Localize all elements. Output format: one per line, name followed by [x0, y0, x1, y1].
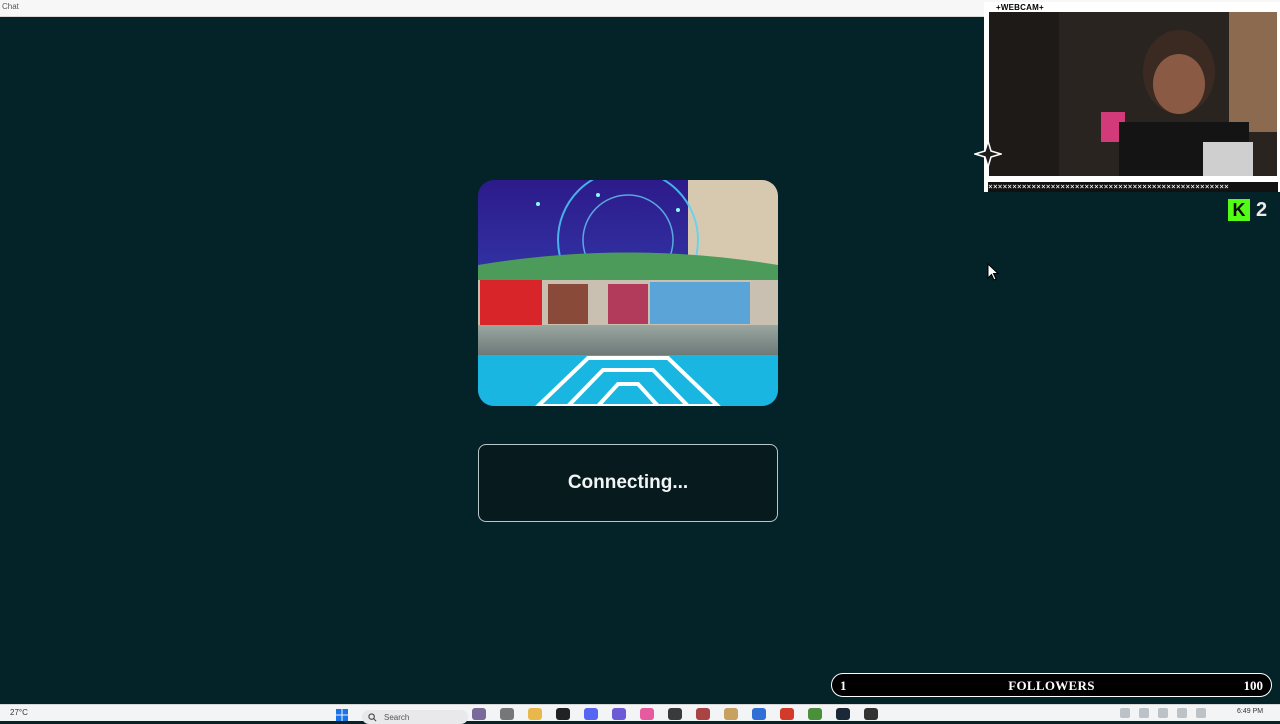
connecting-label: Connecting...: [567, 472, 689, 493]
app-roblox-studio-icon[interactable]: [696, 708, 710, 720]
taskbar-clock[interactable]: 6:49 PM: [1237, 708, 1263, 715]
tray-volume-icon[interactable]: [1196, 708, 1206, 718]
followers-goal-label: FOLLOWERS: [1008, 678, 1095, 693]
search-placeholder: Search: [384, 713, 410, 722]
tray-wifi-icon[interactable]: [1177, 708, 1187, 718]
app-obs-icon[interactable]: [668, 708, 682, 720]
webcam-overlay: +WEBCAM+ ×××××××××××××××××××××××××××××××…: [984, 2, 1280, 192]
app-game-icon[interactable]: [472, 708, 486, 720]
weather-widget[interactable]: 27°C: [10, 708, 28, 717]
kick-viewer-count: 2: [1256, 198, 1268, 221]
app-capcut-icon[interactable]: [556, 708, 570, 720]
followers-goal-bar: 1 FOLLOWERS 100: [831, 673, 1272, 697]
app-discord-icon[interactable]: [584, 708, 598, 720]
app-blue-icon[interactable]: [752, 708, 766, 720]
world-thumbnail: [478, 180, 778, 406]
taskbar-search-input[interactable]: Search: [362, 710, 468, 724]
app-dd-icon[interactable]: [612, 708, 626, 720]
app-red-icon[interactable]: [780, 708, 794, 720]
app-vrchat-icon[interactable]: [864, 708, 878, 720]
mouse-cursor-icon: [987, 263, 999, 281]
followers-goal-end: 100: [1243, 678, 1264, 693]
search-icon: [368, 713, 377, 722]
app-chrome-icon[interactable]: [808, 708, 822, 720]
tray-network-icon[interactable]: [1139, 708, 1149, 718]
system-tray: [1120, 708, 1206, 718]
tray-chevron-icon[interactable]: [1120, 708, 1130, 718]
app-pink-icon[interactable]: [640, 708, 654, 720]
webcam-strip: ××××××××××××××××××××××××××××××××××××××××…: [988, 182, 1278, 192]
webcam-label: +WEBCAM+: [996, 3, 1044, 12]
webcam-feed: [989, 12, 1277, 176]
window-title: Chat: [2, 2, 19, 11]
app-steam-icon[interactable]: [836, 708, 850, 720]
app-notes-icon[interactable]: [724, 708, 738, 720]
windows-taskbar: 27°C Search 6:49 PM: [0, 704, 1280, 724]
star-icon: [974, 140, 1002, 168]
app-taskview-icon[interactable]: [500, 708, 514, 720]
kick-viewer-badge: K 2: [1228, 198, 1278, 222]
connecting-status: Connecting...: [478, 444, 778, 522]
taskbar-app-list: [472, 708, 878, 720]
kick-logo-icon: K: [1228, 199, 1250, 221]
tray-mic-icon[interactable]: [1158, 708, 1168, 718]
windows-start-icon[interactable]: [336, 709, 348, 721]
app-file-explorer-icon[interactable]: [528, 708, 542, 720]
